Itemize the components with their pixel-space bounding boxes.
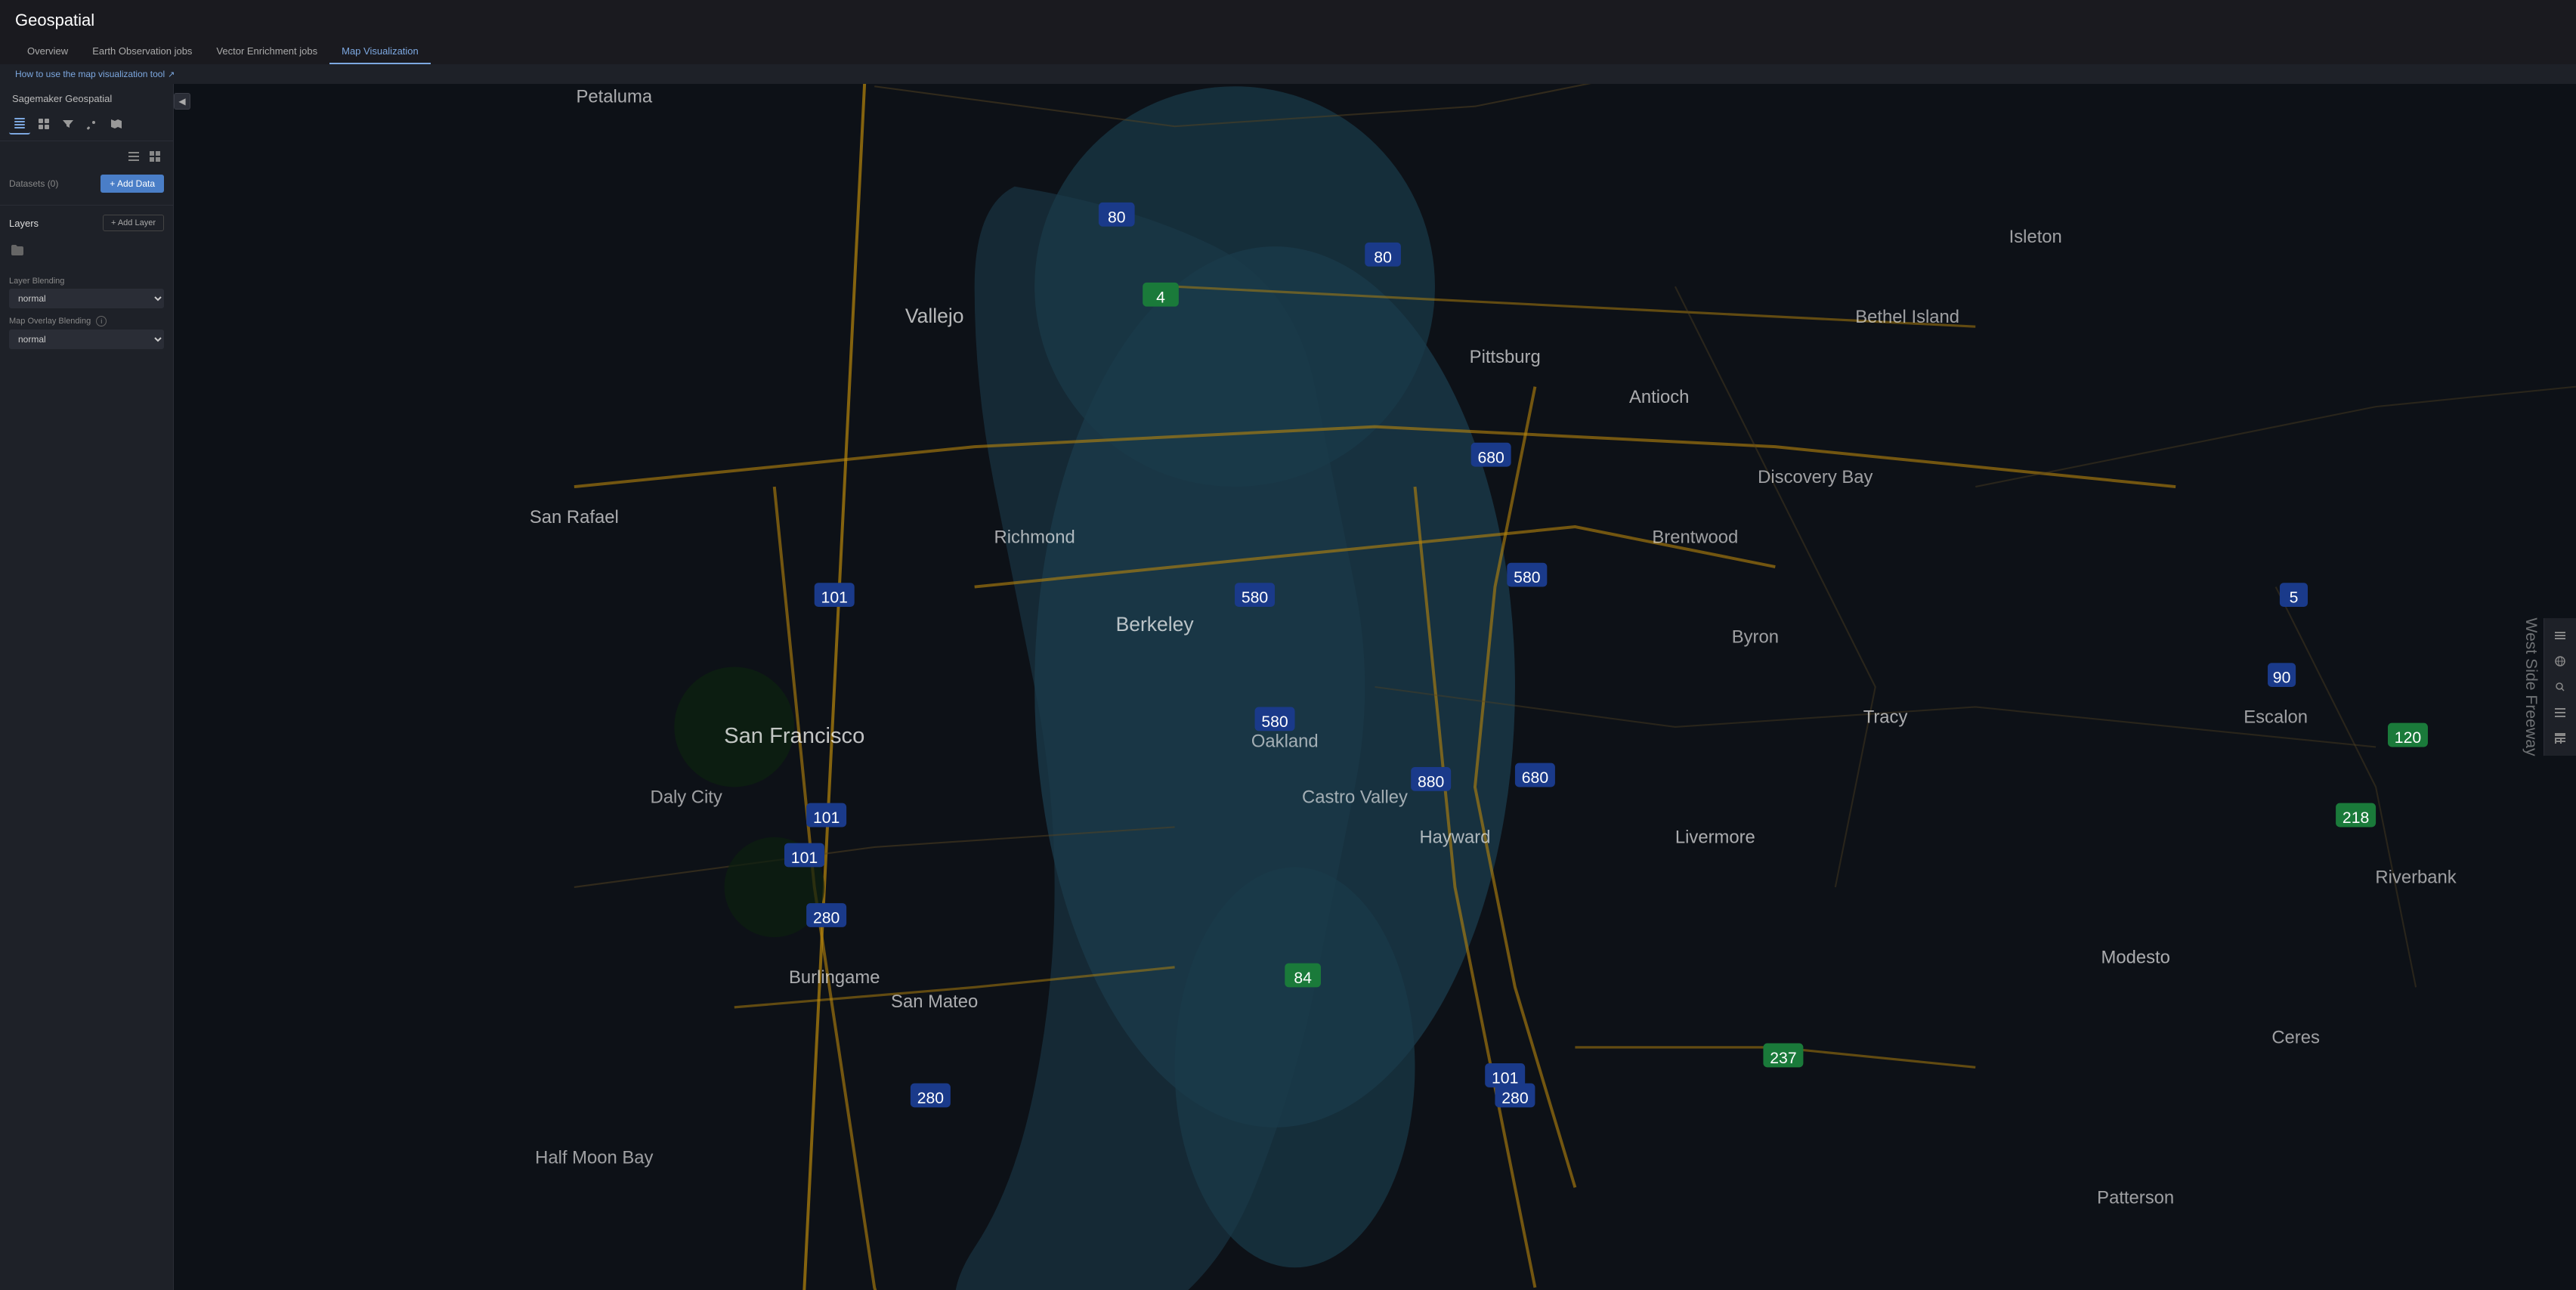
tab-overview[interactable]: Overview — [15, 39, 80, 64]
view-toggles — [0, 141, 173, 169]
svg-text:101: 101 — [813, 809, 840, 827]
layers-title: Layers — [9, 218, 39, 229]
tab-earth-observation[interactable]: Earth Observation jobs — [80, 39, 204, 64]
chevron-left-icon: ◀ — [178, 96, 185, 107]
svg-text:580: 580 — [1261, 713, 1288, 731]
sidebar-title: Sagemaker Geospatial — [0, 84, 173, 110]
tab-vector-enrichment[interactable]: Vector Enrichment jobs — [204, 39, 329, 64]
svg-text:Bethel Island: Bethel Island — [1855, 307, 1959, 327]
satellite-icon-tab[interactable] — [82, 113, 103, 135]
svg-text:Isleton: Isleton — [2009, 227, 2062, 247]
grid-view-toggle[interactable] — [146, 147, 164, 166]
svg-text:Oakland: Oakland — [1251, 731, 1319, 751]
folder-icon — [9, 242, 26, 258]
svg-text:5: 5 — [2290, 589, 2299, 607]
svg-text:Escalon: Escalon — [2244, 707, 2308, 728]
add-data-button[interactable]: + Add Data — [101, 175, 164, 193]
svg-text:Pittsburg: Pittsburg — [1470, 347, 1541, 367]
layers-icon-tab[interactable] — [9, 113, 30, 135]
svg-text:80: 80 — [1374, 249, 1392, 266]
svg-text:680: 680 — [1522, 769, 1548, 787]
svg-text:Tracy: Tracy — [1863, 707, 1908, 728]
svg-text:680: 680 — [1477, 449, 1504, 466]
svg-text:Modesto: Modesto — [2101, 948, 2169, 968]
svg-text:237: 237 — [1770, 1050, 1796, 1067]
right-toolbar — [2544, 618, 2576, 756]
layer-icon-area — [9, 239, 164, 261]
app-title: Geospatial — [15, 11, 2561, 30]
table-tool-button[interactable] — [2549, 727, 2571, 750]
svg-text:90: 90 — [2273, 670, 2291, 687]
svg-text:Richmond: Richmond — [994, 527, 1075, 547]
svg-text:Ceres: Ceres — [2271, 1028, 2320, 1048]
svg-text:120: 120 — [2395, 729, 2421, 747]
svg-text:Vallejo: Vallejo — [905, 305, 964, 327]
layer-blending-label: Layer Blending — [9, 277, 164, 286]
external-link-icon: ↗ — [168, 70, 175, 79]
help-bar[interactable]: How to use the map visualization tool ↗ — [0, 64, 2576, 84]
dataset-icon-tab[interactable] — [33, 113, 54, 135]
svg-text:San Rafael: San Rafael — [530, 507, 619, 527]
tab-map-visualization[interactable]: Map Visualization — [329, 39, 431, 64]
sidebar: Sagemaker Geospatial — [0, 84, 174, 1290]
svg-text:580: 580 — [1514, 569, 1540, 586]
main-content: Sagemaker Geospatial — [0, 84, 2576, 1290]
map-area[interactable]: 80 80 680 680 580 580 580 880 101 101 — [174, 84, 2576, 1290]
svg-text:280: 280 — [1501, 1090, 1528, 1107]
list-tool-button[interactable] — [2549, 701, 2571, 724]
svg-text:Discovery Bay: Discovery Bay — [1758, 467, 1872, 487]
svg-text:Daly City: Daly City — [651, 787, 722, 808]
svg-text:4: 4 — [1156, 289, 1165, 306]
svg-text:84: 84 — [1294, 970, 1312, 987]
svg-text:880: 880 — [1418, 773, 1444, 790]
layers-tool-button[interactable] — [2549, 624, 2571, 647]
map-overlay-blending-info-icon[interactable]: i — [96, 316, 107, 326]
svg-text:Petaluma: Petaluma — [576, 86, 652, 107]
svg-text:101: 101 — [791, 849, 818, 867]
svg-text:Burlingame: Burlingame — [789, 967, 880, 988]
svg-text:Hayward: Hayward — [1419, 828, 1490, 848]
add-layer-button[interactable]: + Add Layer — [103, 215, 164, 231]
collapse-sidebar-button[interactable]: ◀ — [174, 93, 190, 110]
globe-tool-button[interactable] — [2549, 650, 2571, 673]
datasets-label: Datasets (0) — [9, 178, 58, 189]
map-overlay-blending-label: Map Overlay Blending i — [9, 316, 164, 326]
svg-text:West Side Freeway: West Side Freeway — [2522, 617, 2540, 756]
map-overlay-blending-select[interactable]: normal additive subtractive — [9, 329, 164, 349]
svg-text:580: 580 — [1242, 589, 1268, 607]
svg-text:Riverbank: Riverbank — [2375, 868, 2456, 888]
svg-text:Livermore: Livermore — [1675, 828, 1755, 848]
svg-text:101: 101 — [821, 589, 848, 607]
help-text: How to use the map visualization tool — [15, 69, 165, 79]
layer-blending-select[interactable]: normal additive subtractive — [9, 289, 164, 308]
map-icon-tab[interactable] — [106, 113, 127, 135]
svg-text:Patterson: Patterson — [2097, 1187, 2174, 1208]
svg-text:San Mateo: San Mateo — [891, 991, 978, 1012]
list-view-toggle[interactable] — [125, 147, 143, 166]
svg-text:280: 280 — [917, 1090, 944, 1107]
layers-header: Layers + Add Layer — [9, 215, 164, 231]
map-svg: 80 80 680 680 580 580 580 880 101 101 — [174, 84, 2576, 1290]
svg-text:218: 218 — [2343, 809, 2369, 827]
header: Geospatial Overview Earth Observation jo… — [0, 0, 2576, 64]
svg-text:Castro Valley: Castro Valley — [1302, 787, 1408, 808]
svg-text:Antioch: Antioch — [1629, 387, 1689, 407]
svg-text:Berkeley: Berkeley — [1116, 613, 1195, 636]
svg-text:280: 280 — [813, 910, 840, 927]
svg-text:80: 80 — [1108, 209, 1126, 226]
search-tool-button[interactable] — [2549, 676, 2571, 698]
datasets-section: Datasets (0) + Add Data — [0, 169, 173, 199]
svg-text:San Francisco: San Francisco — [724, 724, 864, 748]
layers-section: Layers + Add Layer — [0, 205, 173, 272]
svg-text:Brentwood: Brentwood — [1652, 527, 1738, 547]
layer-blending-section: Layer Blending normal additive subtracti… — [0, 272, 173, 361]
svg-text:Byron: Byron — [1732, 627, 1779, 648]
filter-icon-tab[interactable] — [57, 113, 79, 135]
sidebar-icon-tabs — [0, 110, 173, 141]
tabs-nav: Overview Earth Observation jobs Vector E… — [15, 39, 2561, 64]
svg-text:Half Moon Bay: Half Moon Bay — [535, 1148, 653, 1168]
